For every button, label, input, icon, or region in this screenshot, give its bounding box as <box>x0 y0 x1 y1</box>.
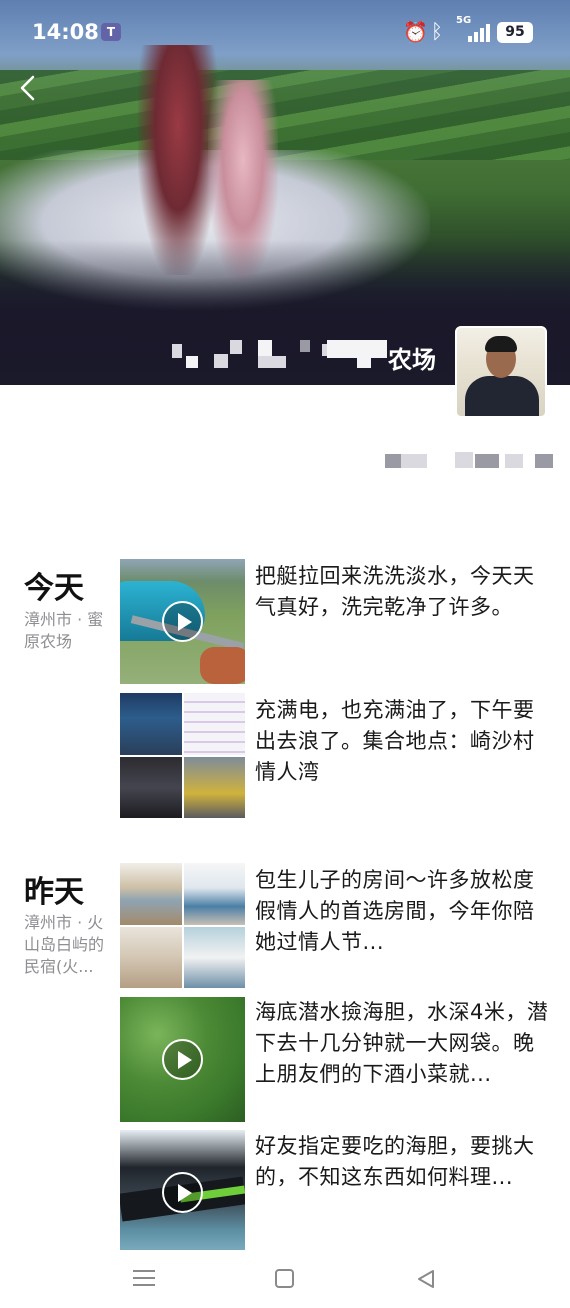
avatar-hair <box>485 336 517 352</box>
battery-indicator: 95 <box>497 22 533 43</box>
post-text[interactable]: 好友指定要吃的海胆，要挑大的，不知这东西如何料理... <box>255 1131 555 1193</box>
location-label[interactable]: 漳州市 · 火山岛白屿的民宿(火... <box>24 912 116 978</box>
location-label[interactable]: 漳州市 · 蜜原农场 <box>24 609 116 653</box>
back-chevron-icon[interactable] <box>16 74 40 102</box>
post-video-thumbnail[interactable] <box>120 997 245 1122</box>
post-photo-grid[interactable] <box>120 863 245 988</box>
photo-tile[interactable] <box>183 863 245 925</box>
status-bar: 14:08 T ⏰ ᛒ 5G 95 <box>0 0 570 66</box>
day-label: 今天 <box>24 571 84 606</box>
photo-tile[interactable] <box>120 863 182 925</box>
bluetooth-icon: ᛒ <box>431 19 443 43</box>
photo-tile[interactable] <box>120 756 182 818</box>
profile-name: 农场 <box>172 340 444 374</box>
photo-tile[interactable] <box>183 756 245 818</box>
post-video-thumbnail[interactable] <box>120 559 245 684</box>
system-nav-bar <box>0 1250 570 1308</box>
cover-hills <box>0 70 570 160</box>
status-time: 14:08 <box>32 20 99 44</box>
photo-tile[interactable] <box>183 693 245 755</box>
profile-signature <box>385 452 555 470</box>
post-photo-grid[interactable] <box>120 693 245 818</box>
menu-icon[interactable] <box>133 1268 155 1288</box>
alarm-icon: ⏰ <box>403 20 428 44</box>
avatar-body <box>465 376 539 416</box>
hand-shape <box>200 647 245 684</box>
play-icon[interactable] <box>162 1039 203 1080</box>
post-text[interactable]: 把艇拉回来洗洗淡水，今天天气真好，洗完乾净了许多。 <box>255 561 555 623</box>
post-text[interactable]: 海底潜水撿海胆，水深4米，潜下去十几分钟就一大网袋。晚上朋友們的下酒小菜就... <box>255 997 555 1090</box>
photo-tile[interactable] <box>183 926 245 988</box>
photo-tile[interactable] <box>120 693 182 755</box>
play-icon[interactable] <box>162 1172 203 1213</box>
post-text[interactable]: 充满电，也充满油了，下午要出去浪了。集合地点：崎沙村 情人湾 <box>255 695 555 788</box>
profile-name-visible: 农场 <box>388 346 436 374</box>
signal-icon <box>466 24 490 42</box>
play-icon[interactable] <box>162 601 203 642</box>
post-text[interactable]: 包生儿子的房间～许多放松度假情人的首选房間，今年你陪她过情人节... <box>255 865 555 958</box>
avatar[interactable] <box>455 326 547 418</box>
back-triangle-icon[interactable] <box>415 1268 437 1290</box>
post-video-thumbnail[interactable] <box>120 1130 245 1255</box>
photo-tile[interactable] <box>120 926 182 988</box>
teams-icon: T <box>101 23 121 41</box>
day-label: 昨天 <box>24 875 84 910</box>
home-icon[interactable] <box>275 1269 294 1288</box>
